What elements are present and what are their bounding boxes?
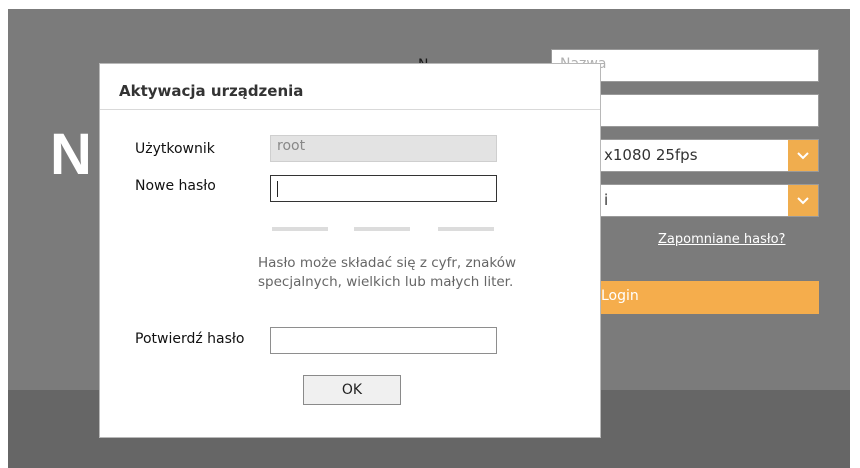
confirm-password-label: Potwierdź hasło	[135, 331, 245, 347]
ok-button[interactable]: OK	[303, 375, 401, 405]
password-hint: Hasło może składać się z cyfr, znaków sp…	[258, 255, 517, 290]
password-strength-segment-weak	[272, 227, 328, 231]
forgot-password-link[interactable]: Zapomniane hasło?	[658, 232, 785, 247]
new-password-label: Nowe hasło	[135, 178, 216, 194]
user-label: Użytkownik	[135, 141, 215, 157]
password-strength-segment-strong	[438, 227, 494, 231]
chevron-down-icon[interactable]	[788, 140, 818, 171]
dialog-title: Aktywacja urządzenia	[119, 82, 304, 100]
language-select-value: i	[604, 191, 609, 209]
device-activation-dialog: Aktywacja urządzenia Użytkownik root Now…	[99, 63, 601, 438]
password-strength-segment-medium	[354, 227, 410, 231]
title-divider	[100, 109, 600, 110]
stream-select-value: x1080 25fps	[604, 146, 698, 164]
text-caret	[277, 181, 278, 197]
brand-logo: N	[50, 122, 92, 187]
new-password-input[interactable]	[270, 175, 497, 202]
confirm-password-input[interactable]	[270, 327, 497, 354]
chevron-down-icon[interactable]	[788, 185, 818, 216]
user-field: root	[270, 135, 497, 162]
